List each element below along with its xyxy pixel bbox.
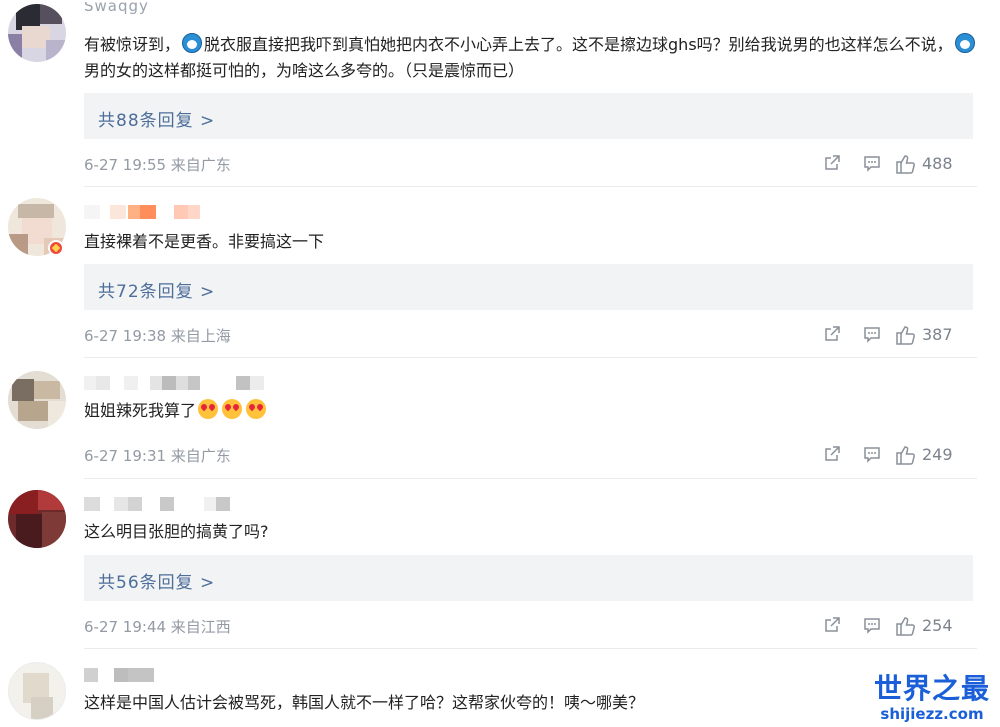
avatar[interactable] — [8, 4, 66, 62]
username-masked[interactable] — [84, 205, 214, 221]
comment-meta: 6-27 19:38 来自上海 — [84, 327, 231, 345]
comment-text: 有被惊讶到， 脱衣服直接把我吓到真怕她把内衣不小心弄上去了。这不是擦边球ghs吗？… — [84, 32, 984, 84]
divider — [84, 648, 977, 649]
heart-eyes-emoji-icon — [246, 399, 267, 419]
like-count: 249 — [922, 445, 953, 464]
comment-text: 这么明目张胆的搞黄了吗? — [84, 522, 269, 541]
verified-badge-icon — [48, 240, 64, 256]
replies-count: 共56条回复 > — [98, 573, 216, 593]
comment-meta: 6-27 19:31 来自广东 — [84, 447, 231, 465]
avatar[interactable] — [8, 490, 66, 548]
thumbs-up-icon[interactable] — [894, 444, 916, 466]
username-masked[interactable] — [84, 376, 274, 392]
like-count: 387 — [922, 325, 953, 344]
replies-count: 共72条回复 > — [98, 282, 216, 302]
replies-count: 共88条回复 > — [98, 111, 216, 131]
avatar[interactable] — [8, 662, 66, 720]
comment-icon[interactable] — [862, 324, 882, 344]
doraemon-emoji-icon — [954, 33, 975, 53]
watermark-title: 世界之最 — [873, 672, 990, 705]
divider — [84, 478, 977, 479]
watermark-site: shijiezz.com — [880, 705, 984, 723]
heart-eyes-emoji-icon — [198, 399, 219, 419]
avatar[interactable] — [8, 371, 66, 429]
comment-icon[interactable] — [862, 615, 882, 635]
view-replies-button[interactable]: 共88条回复 > — [84, 93, 973, 139]
comment-icon[interactable] — [862, 153, 882, 173]
comment-meta: 6-27 19:44 来自江西 — [84, 618, 231, 636]
thumbs-up-icon[interactable] — [894, 615, 916, 637]
comment-text: 这样是中国人估计会被骂死，韩国人就不一样了哈？这帮家伙夸的！咦～哪美？ — [84, 693, 645, 712]
heart-eyes-emoji-icon — [222, 399, 243, 419]
comment-actions: 249 — [822, 444, 972, 466]
share-icon[interactable] — [822, 444, 842, 464]
comment-text: 直接裸着不是更香。非要搞这一下 — [84, 232, 325, 251]
doraemon-emoji-icon — [182, 33, 203, 53]
comment-icon[interactable] — [862, 444, 882, 464]
thumbs-up-icon[interactable] — [894, 153, 916, 175]
username-masked[interactable] — [84, 497, 254, 513]
site-watermark: 世界之最 shijiezz.com — [872, 672, 992, 724]
thumbs-up-icon[interactable] — [894, 324, 916, 346]
view-replies-button[interactable]: 共56条回复 > — [84, 555, 973, 601]
like-count: 254 — [922, 616, 953, 635]
share-icon[interactable] — [822, 615, 842, 635]
divider — [84, 186, 977, 187]
divider — [84, 357, 977, 358]
username-masked[interactable] — [84, 668, 174, 684]
comment-meta: 6-27 19:55 来自广东 — [84, 156, 231, 174]
comment-text: 姐姐辣死我算了 — [84, 398, 984, 424]
comment-actions: 387 — [822, 324, 972, 346]
view-replies-button[interactable]: 共72条回复 > — [84, 264, 973, 310]
comment-actions: 254 — [822, 615, 972, 637]
share-icon[interactable] — [822, 324, 842, 344]
comment-actions: 488 — [822, 153, 972, 175]
share-icon[interactable] — [822, 153, 842, 173]
username[interactable]: Swaqgy — [84, 2, 149, 14]
like-count: 488 — [922, 154, 953, 173]
